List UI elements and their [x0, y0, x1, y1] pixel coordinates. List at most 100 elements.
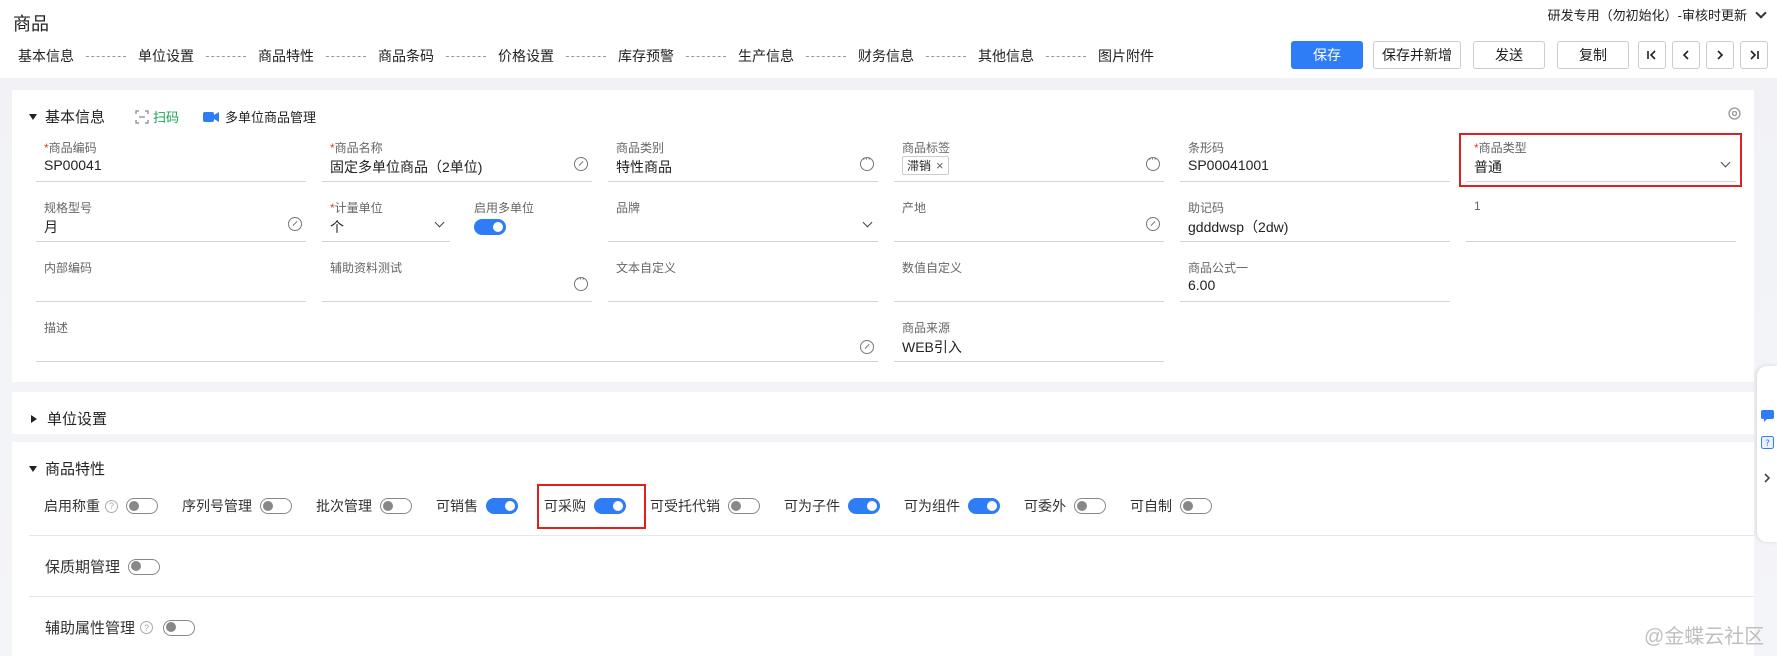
chevron-down-icon[interactable]: [434, 217, 445, 228]
chevron-left-icon: [1682, 50, 1689, 60]
multi-unit-toggle[interactable]: [474, 219, 506, 235]
scan-button[interactable]: 扫码: [135, 107, 179, 126]
page-title: 商品: [13, 14, 49, 34]
tag-chip[interactable]: 滞销 ×: [902, 156, 949, 175]
translate-icon[interactable]: [288, 217, 302, 231]
save-new-button[interactable]: 保存并新增: [1373, 41, 1461, 69]
translate-icon[interactable]: [1146, 217, 1160, 231]
more-icon[interactable]: [860, 153, 874, 171]
prev-record-button[interactable]: [1672, 41, 1700, 69]
nav-tab-finance[interactable]: 财务信息: [858, 46, 914, 66]
toggle[interactable]: [1074, 498, 1106, 514]
section-title: 商品特性: [45, 461, 106, 478]
feature-label: 可委外: [1024, 498, 1066, 514]
toggle[interactable]: [380, 498, 412, 514]
origin-field[interactable]: 产地: [894, 194, 1164, 242]
divider: [29, 535, 1754, 536]
basic-info-header[interactable]: 基本信息 扫码 多单位商品管理: [29, 106, 316, 127]
mnemonic-field[interactable]: 助记码 gdddwsp（2dw): [1180, 194, 1450, 242]
shelf-life-label: 保质期管理: [45, 559, 121, 576]
features-header[interactable]: 商品特性: [29, 458, 105, 479]
formula-field[interactable]: 商品公式一 6.00: [1180, 254, 1450, 302]
product-code-field[interactable]: *商品编码 SP00041: [36, 134, 306, 182]
feature-weighing: 启用称重 ?: [44, 496, 158, 516]
toggle[interactable]: [260, 498, 292, 514]
nav-tab-barcode[interactable]: 商品条码: [378, 46, 434, 66]
translate-icon[interactable]: [860, 340, 874, 354]
toggle[interactable]: [1180, 498, 1212, 514]
field-label: 描述: [44, 321, 69, 335]
send-button[interactable]: 发送: [1473, 41, 1545, 69]
brand-field[interactable]: 品牌: [608, 194, 878, 242]
toggle[interactable]: [968, 498, 1000, 514]
divider: [29, 596, 1754, 597]
field-value: SP00041001: [1188, 157, 1269, 173]
text-custom-field[interactable]: 文本自定义: [608, 254, 878, 302]
toggle[interactable]: [126, 498, 158, 514]
toggle[interactable]: [848, 498, 880, 514]
spec-field[interactable]: 规格型号 月: [36, 194, 306, 242]
field-label: 商品名称: [334, 141, 383, 155]
aux-attr-label: 辅助属性管理: [45, 620, 136, 637]
next-record-button[interactable]: [1706, 41, 1734, 69]
number-custom-field[interactable]: 数值自定义: [894, 254, 1164, 302]
unit-settings-panel: 单位设置: [12, 392, 1754, 434]
product-category-field[interactable]: 商品类别 特性商品: [608, 134, 878, 182]
nav-separator: [806, 55, 846, 57]
copy-button[interactable]: 复制: [1557, 41, 1629, 69]
help-icon[interactable]: ?: [140, 621, 154, 634]
feature-label: 批次管理: [316, 498, 372, 514]
nav-tab-basic[interactable]: 基本信息: [18, 46, 74, 66]
nav-separator: [566, 55, 606, 57]
nav-tab-images[interactable]: 图片附件: [1098, 46, 1154, 66]
field-label: 数值自定义: [902, 261, 963, 275]
barcode-field[interactable]: 条形码 SP00041001: [1180, 134, 1450, 182]
translate-icon[interactable]: [574, 157, 588, 171]
unit-field[interactable]: *计量单位 个: [322, 194, 450, 242]
field-label: 商品公式一: [1188, 261, 1249, 275]
gear-icon[interactable]: [1727, 106, 1742, 121]
field-value: 6.00: [1188, 277, 1216, 293]
field-label: 规格型号: [44, 201, 93, 215]
last-record-button[interactable]: [1740, 41, 1768, 69]
aux-attr-row: 辅助属性管理 ?: [45, 617, 196, 638]
field-label: 商品来源: [902, 321, 951, 335]
field-label: 文本自定义: [616, 261, 677, 275]
description-field[interactable]: 描述: [36, 314, 878, 362]
nav-tab-other[interactable]: 其他信息: [978, 46, 1034, 66]
nav-separator: [326, 55, 366, 57]
highlight-box: [1459, 133, 1742, 187]
chevron-down-icon[interactable]: [862, 217, 873, 228]
internal-code-field[interactable]: 内部编码: [36, 254, 306, 302]
toggle[interactable]: [486, 498, 518, 514]
nav-tab-price[interactable]: 价格设置: [498, 46, 554, 66]
chevron-right-icon[interactable]: [1762, 472, 1772, 484]
aux-data-field[interactable]: 辅助资料测试: [322, 254, 592, 302]
org-selector[interactable]: 研发专用（勿初始化）-审核时更新: [1548, 5, 1767, 24]
shelf-life-toggle[interactable]: [128, 558, 161, 575]
feature-batch: 批次管理: [316, 496, 412, 516]
more-icon[interactable]: [1146, 153, 1160, 171]
first-record-button[interactable]: [1638, 41, 1666, 69]
help-icon[interactable]: ?: [105, 499, 118, 513]
nav-tab-production[interactable]: 生产信息: [738, 46, 794, 66]
nav-tab-unit[interactable]: 单位设置: [138, 46, 194, 66]
aux-attr-toggle[interactable]: [163, 619, 196, 636]
video-icon: [203, 111, 220, 122]
field-value: SP00041: [44, 157, 102, 173]
field-label: 产地: [902, 201, 927, 215]
product-tags-field[interactable]: 商品标签 滞销 ×: [894, 134, 1164, 182]
nav-tab-features[interactable]: 商品特性: [258, 46, 314, 66]
unit-settings-header[interactable]: 单位设置: [29, 408, 107, 429]
multi-unit-button[interactable]: 多单位商品管理: [203, 107, 316, 126]
save-button[interactable]: 保存: [1291, 41, 1363, 69]
source-field[interactable]: 商品来源 WEB引入: [894, 314, 1164, 362]
chat-icon[interactable]: [1761, 410, 1774, 422]
nav-tab-stock[interactable]: 库存预警: [618, 46, 674, 66]
help-icon[interactable]: ?: [1761, 436, 1774, 449]
toggle[interactable]: [728, 498, 760, 514]
product-name-field[interactable]: *商品名称 固定多单位商品（2单位): [322, 134, 592, 182]
more-icon[interactable]: [574, 273, 588, 291]
custom-field-1[interactable]: 1: [1466, 194, 1736, 242]
close-icon[interactable]: ×: [936, 158, 944, 173]
